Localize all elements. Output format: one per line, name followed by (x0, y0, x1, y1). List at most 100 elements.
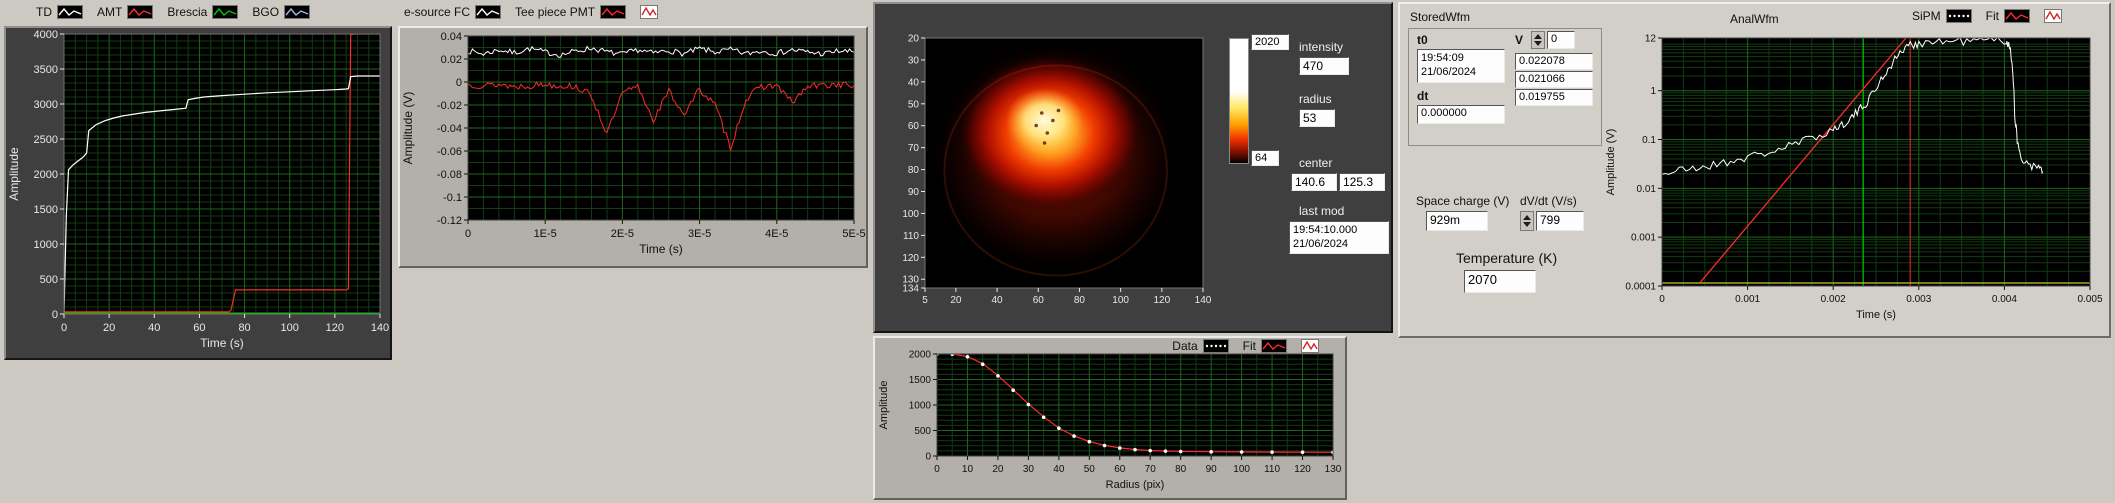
dt-value: 0.000000 (1417, 105, 1505, 124)
ramp-min-value[interactable]: 64 (1251, 150, 1279, 166)
legend-item-amt[interactable]: AMT (97, 5, 154, 19)
legend-item-data[interactable]: Data (1172, 339, 1229, 353)
svg-text:0.001: 0.001 (1631, 233, 1656, 244)
svg-text:120: 120 (326, 322, 344, 334)
labview-front-panel: TD AMT Brescia BGO 0 20 40 60 80 100 120 140 0 500 10… (0, 0, 2115, 503)
dt-label: dt (1417, 89, 1429, 103)
t0-time: 19:54:09 (1421, 52, 1464, 64)
space-charge-label: Space charge (V) (1416, 194, 1510, 208)
spin-down-icon[interactable] (1534, 41, 1542, 46)
svg-text:Radius (pix): Radius (pix) (1106, 479, 1165, 491)
dvdt-label: dV/dt (V/s) (1520, 194, 1577, 208)
legend-item-e-source-fc[interactable]: e-source FC (404, 5, 502, 19)
svg-text:0: 0 (934, 464, 940, 475)
t0-value: 19:54:09 21/06/2024 (1417, 49, 1505, 83)
svg-text:1500: 1500 (909, 375, 932, 386)
dvdt-control[interactable]: 799 (1520, 211, 1584, 231)
svg-text:-0.08: -0.08 (437, 169, 462, 181)
svg-text:0.01: 0.01 (1637, 184, 1657, 195)
graph-palette-icon[interactable] (2044, 9, 2063, 23)
lastmod-date: 21/06/2024 (1293, 238, 1349, 251)
stored-value: 0.019755 (1515, 89, 1593, 106)
svg-text:100: 100 (1112, 295, 1129, 306)
svg-text:0: 0 (925, 452, 931, 463)
svg-text:30: 30 (908, 55, 920, 66)
beam-image-display[interactable]: 5 20 40 60 80 100 120 140 20 30 40 50 60 70 80 90 100 110… (875, 28, 1219, 328)
svg-text:Time (s): Time (s) (639, 242, 683, 256)
svg-text:1000: 1000 (34, 239, 58, 251)
svg-text:40: 40 (1053, 464, 1065, 475)
svg-text:90: 90 (908, 187, 920, 198)
svg-text:80: 80 (908, 165, 920, 176)
spin-down-icon[interactable] (1523, 222, 1531, 227)
svg-text:0: 0 (456, 77, 462, 89)
svg-text:12: 12 (1645, 34, 1657, 45)
svg-text:60: 60 (193, 322, 205, 334)
lastmod-time: 19:54:10.000 (1293, 224, 1358, 236)
lastmod-label: last mod (1299, 204, 1345, 218)
svg-text:110: 110 (1264, 464, 1280, 475)
legend-item-bgo[interactable]: BGO (252, 5, 311, 19)
svg-text:70: 70 (908, 143, 920, 154)
legend-plot-glyph (475, 5, 502, 19)
td-graph-panel: 0 20 40 60 80 100 120 140 0 500 1000 1500 2000 2500 30… (4, 26, 392, 360)
index-spin-buttons[interactable] (1531, 31, 1545, 49)
graph-palette-icon[interactable] (640, 5, 659, 19)
center-x-value: 140.6 (1291, 173, 1337, 191)
svg-text:4E-5: 4E-5 (765, 228, 788, 240)
legend-item-sipm[interactable]: SiPM (1912, 9, 1972, 23)
radial-profile-legend: Data Fit (1172, 339, 1319, 353)
legend-item-fit[interactable]: Fit (1986, 9, 2031, 23)
svg-text:5E-5: 5E-5 (842, 228, 865, 240)
space-charge-value[interactable]: 929m (1426, 211, 1488, 231)
svg-text:1: 1 (1650, 86, 1656, 97)
svg-text:Time (s): Time (s) (200, 336, 244, 350)
spin-up-icon[interactable] (1534, 34, 1542, 39)
esource-graph[interactable]: 0 1E-5 2E-5 3E-5 4E-5 5E-5 -0.12 -0.1 -0.08 -0.06… (400, 28, 866, 271)
dvdt-value[interactable]: 799 (1536, 211, 1584, 231)
esource-graph-panel: 0 1E-5 2E-5 3E-5 4E-5 5E-5 -0.12 -0.1 -0.08 -0.06… (398, 26, 868, 268)
spin-up-icon[interactable] (1523, 215, 1531, 220)
td-graph-legend: TD AMT Brescia BGO (36, 5, 311, 19)
values-column-header: V (1515, 33, 1524, 47)
legend-item-brescia[interactable]: Brescia (167, 5, 239, 19)
array-index-value[interactable]: 0 (1547, 31, 1575, 49)
svg-text:2000: 2000 (909, 350, 932, 361)
esource-graph-legend: e-source FC Tee piece PMT (404, 5, 659, 19)
center-label: center (1299, 156, 1333, 170)
legend-label: Tee piece PMT (515, 5, 596, 19)
ramp-max-value[interactable]: 2020 (1251, 34, 1289, 50)
analwfm-graph[interactable]: 0 0.001 0.002 0.003 0.004 0.005 0.0001 0.001 0.0… (1602, 28, 2103, 330)
svg-text:0.004: 0.004 (1992, 294, 2017, 305)
svg-text:100: 100 (281, 322, 299, 334)
svg-text:80: 80 (1175, 464, 1187, 475)
legend-label: AMT (97, 5, 123, 19)
svg-text:120: 120 (1294, 464, 1311, 475)
svg-text:20: 20 (950, 295, 962, 306)
radius-label: radius (1299, 92, 1332, 106)
td-graph[interactable]: 0 20 40 60 80 100 120 140 0 500 1000 1500 2000 2500 30… (6, 28, 390, 363)
svg-text:20: 20 (992, 464, 1004, 475)
legend-label: Data (1172, 339, 1198, 353)
intensity-value: 470 (1299, 57, 1349, 75)
legend-item-tee-piece-pmt[interactable]: Tee piece PMT (515, 5, 627, 19)
color-ramp[interactable] (1229, 38, 1249, 164)
dvdt-spin-buttons[interactable] (1520, 211, 1534, 231)
svg-text:Amplitude: Amplitude (878, 381, 890, 430)
svg-text:-0.04: -0.04 (437, 123, 462, 135)
svg-text:0.1: 0.1 (1642, 135, 1656, 146)
radial-profile-graph[interactable]: 0 10 20 30 40 50 60 70 80 90 100 110 120 130 0 500 1000 1… (875, 338, 1345, 503)
svg-text:10: 10 (962, 464, 974, 475)
temperature-value: 2070 (1464, 270, 1536, 293)
graph-palette-icon[interactable] (1301, 339, 1319, 353)
legend-item-fit[interactable]: Fit (1243, 339, 1287, 353)
svg-text:2000: 2000 (34, 169, 58, 181)
center-y-value: 125.3 (1339, 173, 1385, 191)
array-index-control[interactable]: 0 (1531, 31, 1575, 49)
storedwfm-title: StoredWfm (1410, 10, 1471, 24)
svg-text:60: 60 (1033, 295, 1045, 306)
svg-text:3E-5: 3E-5 (688, 228, 711, 240)
legend-plot-glyph (1261, 339, 1287, 353)
legend-item-td[interactable]: TD (36, 5, 83, 19)
svg-text:70: 70 (1145, 464, 1157, 475)
